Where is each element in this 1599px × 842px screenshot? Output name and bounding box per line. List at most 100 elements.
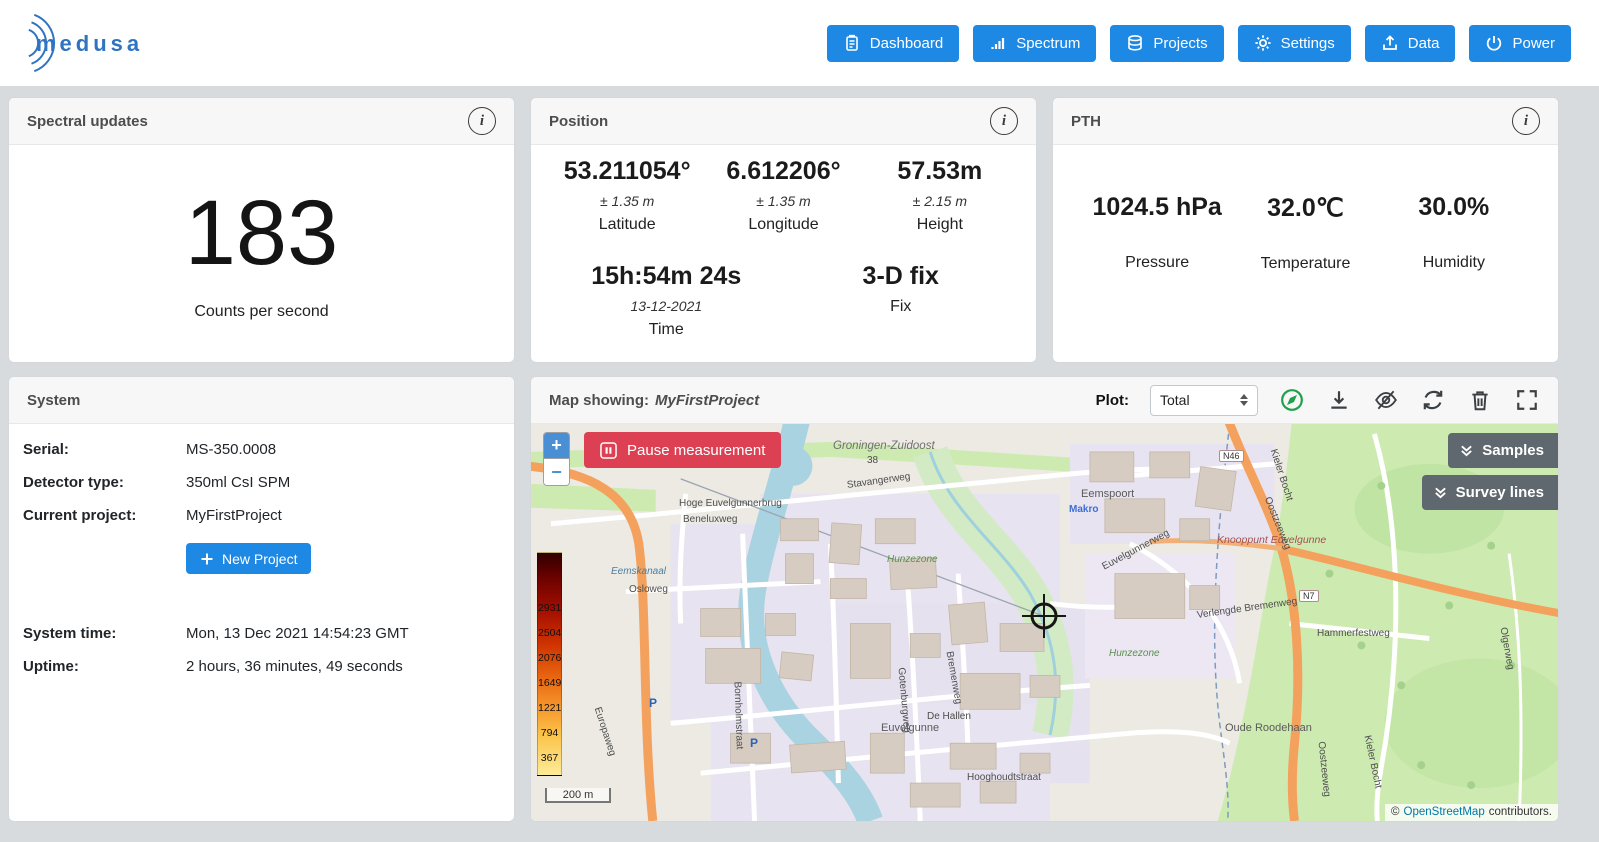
openstreetmap-link[interactable]: OpenStreetMap [1404,806,1485,818]
nav-dashboard-label: Dashboard [870,35,943,52]
plot-select[interactable]: Total [1150,385,1258,416]
temperature-block: 32.0℃ Temperature [1231,193,1379,362]
position-crosshair-icon [1022,594,1066,638]
height-label: Height [862,216,1018,234]
serial-row: Serial: MS-350.0008 [23,440,500,459]
legend-value: 794 [538,727,561,739]
survey-lines-panel-button[interactable]: Survey lines [1422,475,1558,510]
nav-spectrum-button[interactable]: Spectrum [973,25,1096,62]
delete-button[interactable] [1467,387,1493,413]
data-upload-icon [1381,34,1399,52]
parking-icon: P [750,736,758,750]
time-value: 15h:54m 24s [549,262,784,291]
new-project-button[interactable]: New Project [186,543,311,574]
nav-power-button[interactable]: Power [1469,25,1571,62]
system-time-value: Mon, 13 Dec 2021 14:54:23 GMT [186,624,409,643]
eye-slash-icon [1374,388,1398,412]
hide-layers-button[interactable] [1373,387,1399,413]
app-header: medusa Dashboard Spectrum Projects [0,0,1599,86]
samples-panel-button[interactable]: Samples [1448,433,1558,468]
projects-icon [1126,34,1144,52]
map-label: Osloweg [629,584,668,595]
medusa-logo: medusa [12,11,142,75]
samples-label: Samples [1482,442,1544,459]
map-label: Hammerfestweg [1317,628,1390,639]
plus-icon [200,552,214,566]
fullscreen-button[interactable] [1514,387,1540,413]
current-project-row: Current project: MyFirstProject [23,506,500,525]
position-body: 53.211054° ± 1.35 m Latitude 6.612206° ±… [531,145,1036,362]
map-scale-bar: 200 m [545,788,611,803]
map-label: Bornholmstraat [732,681,745,749]
double-chevron-down-icon [1434,486,1447,499]
map-label: Oude Roodehaan [1225,722,1312,734]
logo-text: medusa [36,31,142,56]
nav-data-button[interactable]: Data [1365,25,1456,62]
system-card: System Serial: MS-350.0008 Detector type… [8,376,515,822]
legend-value: 2504 [538,627,561,639]
survey-lines-label: Survey lines [1456,484,1544,501]
height-block: 57.53m ± 2.15 m Height [862,157,1018,234]
pth-title: PTH [1071,113,1101,130]
info-icon[interactable]: i [990,107,1018,135]
zoom-out-button[interactable]: − [544,459,569,485]
main-nav: Dashboard Spectrum Projects Settings [827,25,1571,62]
longitude-value: 6.612206° [705,157,861,186]
system-card-header: System [9,377,514,424]
sync-icon [1421,388,1445,412]
road-badge: N46 [1219,450,1244,462]
refresh-button[interactable] [1420,387,1446,413]
map-label: Groningen-Zuidoost [833,440,935,452]
download-button[interactable] [1326,387,1352,413]
info-icon[interactable]: i [468,107,496,135]
map-label: Hooghoudtstraat [967,772,1041,783]
longitude-label: Longitude [705,216,861,234]
nav-settings-button[interactable]: Settings [1238,25,1351,62]
zoom-in-button[interactable]: + [544,433,569,459]
spectral-title: Spectral updates [27,113,148,130]
map-label: Makro [1069,504,1098,515]
humidity-block: 30.0% Humidity [1380,193,1528,362]
select-arrows-icon [1240,394,1248,406]
power-icon [1485,34,1503,52]
longitude-error: ± 1.35 m [705,193,861,209]
nav-projects-label: Projects [1153,35,1207,52]
nav-data-label: Data [1408,35,1440,52]
map-attribution: © OpenStreetMap contributors. [1385,804,1558,821]
pause-measurement-button[interactable]: Pause measurement [584,432,781,468]
dashboard-icon [843,34,861,52]
counts-unit: Counts per second [194,303,328,321]
info-icon[interactable]: i [1512,107,1540,135]
counts-value: 183 [185,187,339,279]
nav-dashboard-button[interactable]: Dashboard [827,25,959,62]
map-label: Hunzezone [1109,648,1160,659]
recenter-button[interactable] [1279,387,1305,413]
latitude-block: 53.211054° ± 1.35 m Latitude [549,157,705,234]
longitude-block: 6.612206° ± 1.35 m Longitude [705,157,861,234]
trash-icon [1468,388,1492,412]
map-label: Hoge Euvelgunnerbrug [679,498,782,509]
plot-label: Plot: [1096,392,1129,409]
detector-row: Detector type: 350ml CsI SPM [23,473,500,492]
parking-icon: P [649,696,657,710]
nav-projects-button[interactable]: Projects [1110,25,1223,62]
fix-block: 3-D fix Fix [784,262,1019,339]
legend-value: 367 [538,752,561,764]
fix-value: 3-D fix [784,262,1019,291]
map-label: Hunzezone [887,554,938,565]
spectral-body: 183 Counts per second [9,145,514,362]
legend-value: 1221 [538,702,561,714]
latitude-label: Latitude [549,216,705,234]
uptime-row: Uptime: 2 hours, 36 minutes, 49 seconds [23,657,500,676]
map-card-header: Map showing: MyFirstProject Plot: Total [531,377,1558,424]
map-label: Eemspoort [1081,488,1134,500]
position-card: Position i 53.211054° ± 1.35 m Latitude … [530,97,1037,363]
zoom-control: + − [543,432,570,486]
humidity-label: Humidity [1380,254,1528,272]
height-value: 57.53m [862,157,1018,186]
download-icon [1327,388,1351,412]
humidity-value: 30.0% [1380,193,1528,222]
map-viewport[interactable]: Groningen-Zuidoost 38 Eemspoort Knooppun… [531,424,1558,821]
map-label: Beneluxweg [683,514,737,525]
pressure-label: Pressure [1083,254,1231,272]
